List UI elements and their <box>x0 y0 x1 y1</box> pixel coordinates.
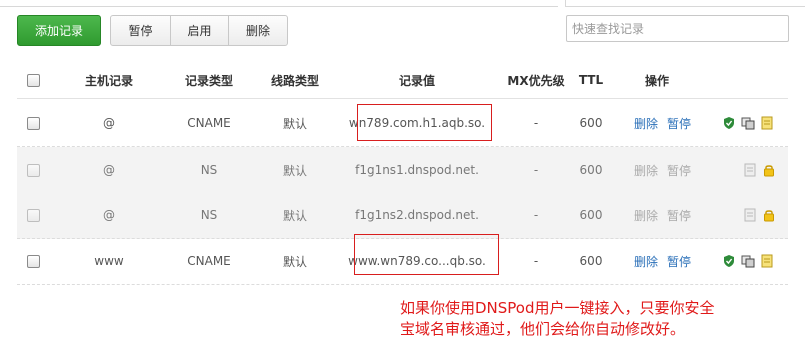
shield-icon[interactable] <box>722 254 736 268</box>
row-icons <box>722 238 774 284</box>
column-header-ttl: TTL <box>578 73 604 87</box>
table-row: @ NS 默认 f1g1ns2.dnspod.net. - 600 删除 暂停 <box>17 192 788 239</box>
enable-button[interactable]: 启用 <box>171 16 229 45</box>
type-cell: CNAME <box>187 116 231 130</box>
row-checkbox <box>26 208 40 222</box>
annotation-line-1: 如果你使用DNSPod用户一键接入，只要你安全 <box>400 299 715 317</box>
row-actions: 删除 暂停 <box>634 238 691 284</box>
value-cell: f1g1ns1.dnspod.net. <box>355 163 479 177</box>
line-cell: 默认 <box>282 254 307 269</box>
value-cell: f1g1ns2.dnspod.net. <box>355 208 479 222</box>
pause-button[interactable]: 暂停 <box>111 16 171 45</box>
column-header-type: 记录类型 <box>184 73 233 88</box>
line-cell: 默认 <box>282 163 307 178</box>
table-header: 主机记录 记录类型 线路类型 记录值 MX优先级 TTL 操作 <box>17 62 788 99</box>
row-select-cell <box>17 147 49 193</box>
batch-action-group: 暂停 启用 删除 <box>110 15 288 46</box>
table-row: @ NS 默认 f1g1ns1.dnspod.net. - 600 删除 暂停 <box>17 147 788 194</box>
column-header-host: 主机记录 <box>84 73 133 88</box>
type-cell: NS <box>200 208 218 222</box>
host-cell: www <box>94 254 124 268</box>
table-row: @ CNAME 默认 wn789.com.h1.aqb.so. - 600 删除… <box>17 100 788 147</box>
row-checkbox <box>26 163 40 177</box>
row-icons <box>743 192 776 238</box>
copy-icon[interactable] <box>741 254 755 268</box>
line-cell: 默认 <box>282 208 307 223</box>
line-cell: 默认 <box>282 116 307 131</box>
delete-button[interactable]: 删除 <box>229 16 287 45</box>
note-icon[interactable] <box>760 116 774 130</box>
shield-icon[interactable] <box>722 116 736 130</box>
value-highlight-box <box>354 234 499 275</box>
type-cell: NS <box>200 163 218 177</box>
mx-cell: - <box>533 208 539 222</box>
add-record-button[interactable]: 添加记录 <box>17 15 101 46</box>
ttl-cell: 600 <box>579 116 603 130</box>
ttl-cell: 600 <box>579 254 603 268</box>
row-pause-link[interactable]: 暂停 <box>667 253 691 270</box>
row-delete-link: 删除 <box>634 208 659 223</box>
table-row: www CNAME 默认 www.wn789.co...qb.so. - 600… <box>17 234 788 285</box>
ttl-cell: 600 <box>579 163 603 177</box>
select-all-checkbox[interactable] <box>26 73 40 87</box>
row-actions: 删除 暂停 <box>634 147 691 193</box>
select-all-cell <box>17 62 49 98</box>
row-select-cell <box>17 100 49 146</box>
column-header-line: 线路类型 <box>270 73 319 88</box>
top-panel-edge <box>0 0 558 7</box>
copy-icon[interactable] <box>741 116 755 130</box>
row-checkbox[interactable] <box>26 116 40 130</box>
mx-cell: - <box>533 254 539 268</box>
note-disabled-icon <box>744 163 756 177</box>
mx-cell: - <box>533 163 539 177</box>
row-delete-link: 删除 <box>634 163 659 178</box>
top-strip <box>0 0 805 8</box>
host-cell: @ <box>103 163 115 177</box>
type-cell: CNAME <box>187 254 231 268</box>
lock-icon <box>764 210 774 222</box>
row-pause-link: 暂停 <box>667 163 692 178</box>
row-pause-link: 暂停 <box>667 208 692 223</box>
annotation-line-2: 宝域名审核通过，他们会给你自动修改好。 <box>400 320 686 338</box>
row-actions: 删除 暂停 <box>634 100 691 146</box>
column-header-value: 记录值 <box>398 73 435 88</box>
host-cell: @ <box>103 208 115 222</box>
annotation-note: 如果你使用DNSPod用户一键接入，只要你安全 宝域名审核通过，他们会给你自动修… <box>400 298 805 340</box>
row-icons <box>722 100 774 146</box>
host-cell: @ <box>103 116 115 130</box>
column-header-action: 操作 <box>644 73 669 88</box>
row-icons <box>743 147 776 193</box>
column-header-mx: MX优先级 <box>507 73 565 88</box>
note-disabled-icon <box>744 208 756 222</box>
row-checkbox[interactable] <box>26 254 40 268</box>
note-icon[interactable] <box>760 254 774 268</box>
top-panel-edge-right <box>565 0 805 7</box>
row-delete-link[interactable]: 删除 <box>634 253 658 270</box>
mx-cell: - <box>533 116 539 130</box>
search-input[interactable] <box>566 15 789 42</box>
value-highlight-box <box>357 104 492 141</box>
row-actions: 删除 暂停 <box>634 192 691 238</box>
row-delete-link[interactable]: 删除 <box>634 115 658 132</box>
lock-icon <box>764 165 774 177</box>
row-select-cell <box>17 238 49 284</box>
row-select-cell <box>17 192 49 238</box>
row-pause-link[interactable]: 暂停 <box>667 115 691 132</box>
ttl-cell: 600 <box>579 208 603 222</box>
